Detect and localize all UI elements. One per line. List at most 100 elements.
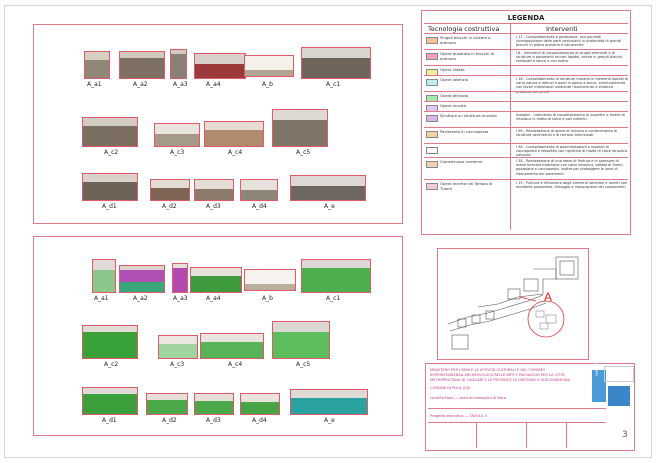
legend-row: Calcestruzzo moderno I 38 - Realizzazione…: [424, 157, 628, 180]
legend-technology-label: Opera incerta nel Tempio di Thanit: [440, 181, 493, 191]
sheet-number: 3: [622, 430, 628, 440]
label-a-c2: A_c2: [104, 149, 119, 156]
legend-intervention-desc: I 17 - Consolidamento e protezione, con …: [516, 35, 621, 48]
label-b-e: A_e: [324, 417, 335, 424]
legend-technology-label: Opera quadrata in blocchi di arenaria: [440, 51, 495, 61]
legend-swatch: [426, 37, 438, 44]
legend-row: Opera quadrata in blocchi di arenaria I 8…: [424, 49, 628, 66]
legend-intervention-desc: I 56 - Realizzazione di opere di rinforz…: [516, 129, 618, 138]
legend-technology-label: Opera laterizia: [440, 77, 469, 82]
label-b-b: A_b: [262, 295, 273, 302]
legend-row: I 36 - Consolidamento di pavimentazioni …: [424, 143, 628, 158]
label-b-c4: A_c4: [228, 361, 243, 368]
label-a-d4: A_d4: [252, 203, 267, 210]
legend-intervention-desc: I 38 - Realizzazione di una stesa di fin…: [516, 159, 624, 176]
photo-a-b: [244, 55, 294, 77]
photo-b-e: [290, 389, 368, 415]
label-a-e: A_e: [324, 203, 335, 210]
photo-a-e: [290, 175, 366, 201]
tb-line2: SOPRINTENDENZA ARCHEOLOGICA BELLE ARTI E…: [430, 373, 565, 377]
legend-swatch: [426, 115, 438, 122]
photo-b-a3: [172, 263, 188, 293]
label-a-d3: A_d3: [206, 203, 221, 210]
photo-b-c2: [82, 325, 138, 359]
photo-b-a4: [190, 267, 242, 293]
tb-line1: MINISTERO PER I BENI E LE ATTIVITÀ CULTU…: [430, 368, 546, 372]
label-a-a1: A_a1: [87, 81, 102, 88]
photo-b-c4: [200, 333, 264, 359]
photo-a-a1: [84, 51, 110, 79]
photo-a-c2: [82, 117, 138, 147]
legend-intervention-desc: Indagini - intervento di consolidamento …: [516, 113, 625, 122]
label-b-c5: A_c5: [296, 361, 311, 368]
photo-a-d1: [82, 173, 138, 201]
label-b-d3: A_d3: [206, 417, 221, 424]
legend-technology-label: Pavimento in cocciopesto: [440, 129, 489, 134]
tb-line6: Progetto esecutivo — TAVOLA 3: [430, 414, 487, 418]
label-a-d2: A_d2: [162, 203, 177, 210]
tb-line3: METROPOLITANA DI CAGLIARI E LE PROVINCE …: [430, 378, 571, 382]
legend-intervention-desc: I 36 - Consolidamento di pavimentazioni …: [516, 145, 628, 158]
legend-technology-label: Opera listata: [440, 67, 465, 72]
legend-swatch: [426, 79, 438, 86]
label-a-c3: A_c3: [170, 149, 185, 156]
legend-intervention-desc: I 19 - Pulitura e rilievatura degli elem…: [516, 181, 628, 190]
legend-technology-label: Singoli blocchi in calcare o arenaria: [440, 35, 491, 45]
photo-b-c1: [301, 259, 371, 293]
photo-b-d1: [82, 387, 138, 415]
legend-col-tech: Tecnologia costruttiva: [428, 25, 500, 33]
photo-b-b: [244, 269, 296, 291]
label-b-a1: A_a1: [94, 295, 109, 302]
photo-b-a2: [119, 265, 165, 293]
label-b-d4: A_d4: [252, 417, 267, 424]
legend-row: Singoli blocchi in calcare o arenaria I 1…: [424, 33, 628, 50]
label-b-d1: A_d1: [102, 417, 117, 424]
legend-swatch: [426, 131, 438, 138]
label-b-d2: A_d2: [162, 417, 177, 424]
site-map: A: [437, 248, 589, 360]
label-a-c5: A_c5: [296, 149, 311, 156]
photo-a-a4: [194, 53, 246, 79]
legend-row: Opera incerta nel Tempio di Thanit I 19 -…: [424, 179, 628, 196]
title-block: MINISTERO PER I BENI E LE ATTIVITÀ CULTU…: [425, 363, 635, 451]
tb-line5: Località Nora — Area archeologica di Nor…: [430, 396, 506, 400]
legend-technology-label: Calcestruzzo moderno: [440, 159, 483, 164]
photo-a-c4: [204, 121, 264, 147]
bottom-panel: A_a1 A_a2 A_a3 A_a4 A_b A_c1 A_c2 A_c3 A…: [33, 236, 403, 436]
tb-line4: COMUNE DI PULA (CA): [430, 386, 471, 390]
legend-swatch: [426, 183, 438, 190]
photo-b-d4: [240, 393, 280, 415]
legend-title: LEGENDA: [507, 14, 545, 22]
top-panel: A_a1 A_a2 A_a3 A_a4 A_b A_c1 A_c2 A_c3 A…: [33, 24, 403, 224]
photo-a-a3: [170, 49, 187, 79]
label-a-a2: A_a2: [133, 81, 148, 88]
legend-technology-label: Strutture su struttura muraria: [440, 113, 497, 118]
legend-swatch: [426, 147, 438, 154]
photo-a-c5: [272, 109, 328, 147]
legend-intervention-desc: I 8 - Interventi di consolidamento di si…: [516, 51, 624, 64]
photo-a-d4: [240, 179, 278, 201]
photo-b-d2: [146, 393, 188, 415]
legend-technology-label: Opera africana: [440, 93, 469, 98]
emblem-box: [604, 366, 634, 382]
site-plan-drawing: A: [447, 256, 579, 350]
label-a-b: A_b: [262, 81, 273, 88]
label-a-c1: A_c1: [326, 81, 341, 88]
photo-a-d3: [194, 179, 234, 201]
photo-a-c3: [154, 123, 200, 147]
photo-b-c5: [272, 321, 330, 359]
legend-row: Strutture su struttura muraria Indagini -…: [424, 111, 628, 128]
photo-b-c3: [158, 335, 198, 359]
label-b-c2: A_c2: [104, 361, 119, 368]
label-b-a4: A_a4: [206, 295, 221, 302]
label-b-c3: A_c3: [170, 361, 185, 368]
legend-swatch: [426, 161, 438, 168]
legend-row: Opera laterizia I 16 - Consolidamento di …: [424, 75, 628, 94]
legend-col-interventi: Interventi: [546, 25, 578, 33]
label-a-c4: A_c4: [228, 149, 243, 156]
photo-b-d3: [194, 393, 234, 415]
label-a-a4: A_a4: [206, 81, 221, 88]
map-marker-label: A: [544, 290, 552, 304]
legend-swatch: [426, 53, 438, 60]
legend-technology-label: Opera incerta: [440, 103, 467, 108]
